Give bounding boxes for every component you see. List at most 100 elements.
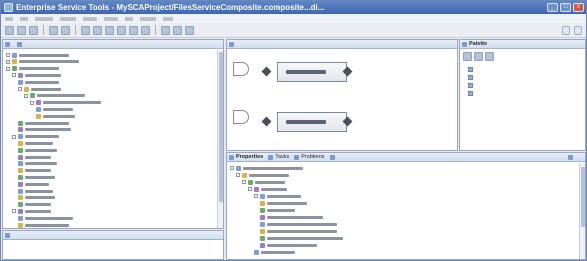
tab-composite-diagram[interactable] [229,41,236,47]
tab-remote-systems[interactable] [329,154,337,160]
perspective-1-button[interactable] [562,25,570,35]
tree-node[interactable] [18,168,51,174]
component-box[interactable] [277,112,347,132]
service-shape[interactable] [233,62,249,76]
tree-node[interactable] [18,222,69,228]
menu-project[interactable] [104,16,118,21]
tree-node[interactable] [12,208,51,214]
minimize-button[interactable]: _ [547,3,558,12]
tree-node[interactable] [36,106,73,112]
tree-node[interactable] [18,86,61,92]
tree-node[interactable] [24,93,85,99]
menu-edit[interactable] [20,16,28,21]
tree-node[interactable] [260,214,323,220]
menu-diagram[interactable] [35,16,53,21]
expand-toggle-icon[interactable] [254,194,258,198]
tree-node[interactable] [248,186,287,192]
select-tool-icon[interactable] [463,52,472,61]
diagram-canvas[interactable] [227,50,457,150]
tree-node[interactable] [36,113,75,119]
tree-node[interactable] [260,228,337,234]
tab-properties[interactable]: Properties [229,154,263,160]
expand-toggle-icon[interactable] [24,93,28,98]
tree-node[interactable] [18,181,49,187]
tree-node[interactable] [260,221,337,227]
menu-run[interactable] [125,16,133,21]
new-icon[interactable] [5,25,14,35]
title-bar[interactable]: Enterprise Service Tools - MySCAProject/… [1,1,586,14]
zoom-icon[interactable] [185,25,194,35]
palette-item[interactable] [468,74,476,80]
tree-node[interactable] [242,179,285,185]
save-icon[interactable] [17,25,26,35]
expand-toggle-icon[interactable] [18,87,22,91]
close-button[interactable]: x [573,3,584,12]
expand-toggle-icon[interactable] [236,173,240,177]
tree-node[interactable] [254,193,301,199]
tree-node[interactable] [254,249,295,255]
expand-toggle-icon[interactable] [6,66,10,71]
tree-node[interactable] [18,79,59,85]
expand-toggle-icon[interactable] [6,59,10,64]
expand-toggle-icon[interactable] [6,53,10,57]
menu-search[interactable] [83,16,97,21]
port-diamond-icon[interactable] [261,66,272,77]
italic-icon[interactable] [105,25,114,35]
component-box[interactable] [277,62,347,82]
menu-help[interactable] [163,16,173,21]
tree-node[interactable] [6,52,69,58]
tab-outline[interactable] [5,232,12,238]
reference-shape[interactable] [233,110,249,124]
port-diamond-icon[interactable] [261,116,272,127]
menu-window[interactable] [140,16,156,21]
zoom-tool-icon[interactable] [474,52,483,61]
expand-toggle-icon[interactable] [12,209,16,214]
perspective-2-button[interactable] [574,25,582,35]
tree-node[interactable] [12,72,61,78]
tree-node[interactable] [230,165,303,171]
explorer-scrollbar[interactable] [217,50,223,228]
tab-project-explorer[interactable] [5,41,12,47]
tree-node[interactable] [260,200,307,206]
tab-navigator[interactable] [17,41,24,47]
bottom-scrollbar[interactable] [579,163,585,259]
expand-toggle-icon[interactable] [230,166,234,170]
align-icon[interactable] [117,25,126,35]
tree-node[interactable] [18,195,55,201]
palette-item[interactable] [468,82,476,88]
expand-toggle-icon[interactable] [12,73,16,78]
tree-node[interactable] [236,172,289,178]
menu-file[interactable] [5,16,13,21]
print-icon[interactable] [29,25,38,35]
run-icon[interactable] [61,25,70,35]
note-tool-icon[interactable] [485,52,494,61]
tab-problems[interactable]: Problems [294,154,325,160]
expand-toggle-icon[interactable] [30,100,34,105]
tree-node[interactable] [260,235,343,241]
expand-toggle-icon[interactable] [242,180,246,184]
tree-node[interactable] [18,188,53,194]
palette-item[interactable] [468,66,476,72]
tab-console[interactable] [568,154,575,160]
palette-item[interactable] [468,90,476,96]
expand-toggle-icon[interactable] [248,187,252,191]
debug-icon[interactable] [49,25,58,35]
tree-node[interactable] [18,202,51,208]
tree-node[interactable] [18,127,71,133]
tree-node[interactable] [30,100,101,106]
tree-node[interactable] [18,154,51,160]
fill-color-icon[interactable] [129,25,138,35]
tree-node[interactable] [6,59,79,65]
back-icon[interactable] [161,25,170,35]
maximize-button[interactable]: □ [560,3,571,12]
tree-node[interactable] [6,66,59,72]
tree-node[interactable] [18,147,57,153]
expand-toggle-icon[interactable] [12,134,16,139]
tree-node[interactable] [18,215,73,221]
tree-node[interactable] [18,174,55,180]
line-color-icon[interactable] [141,25,150,35]
tab-tasks[interactable]: Tasks [268,154,289,160]
tree-node[interactable] [260,207,295,213]
font-icon[interactable] [81,25,90,35]
tree-node[interactable] [18,120,69,126]
